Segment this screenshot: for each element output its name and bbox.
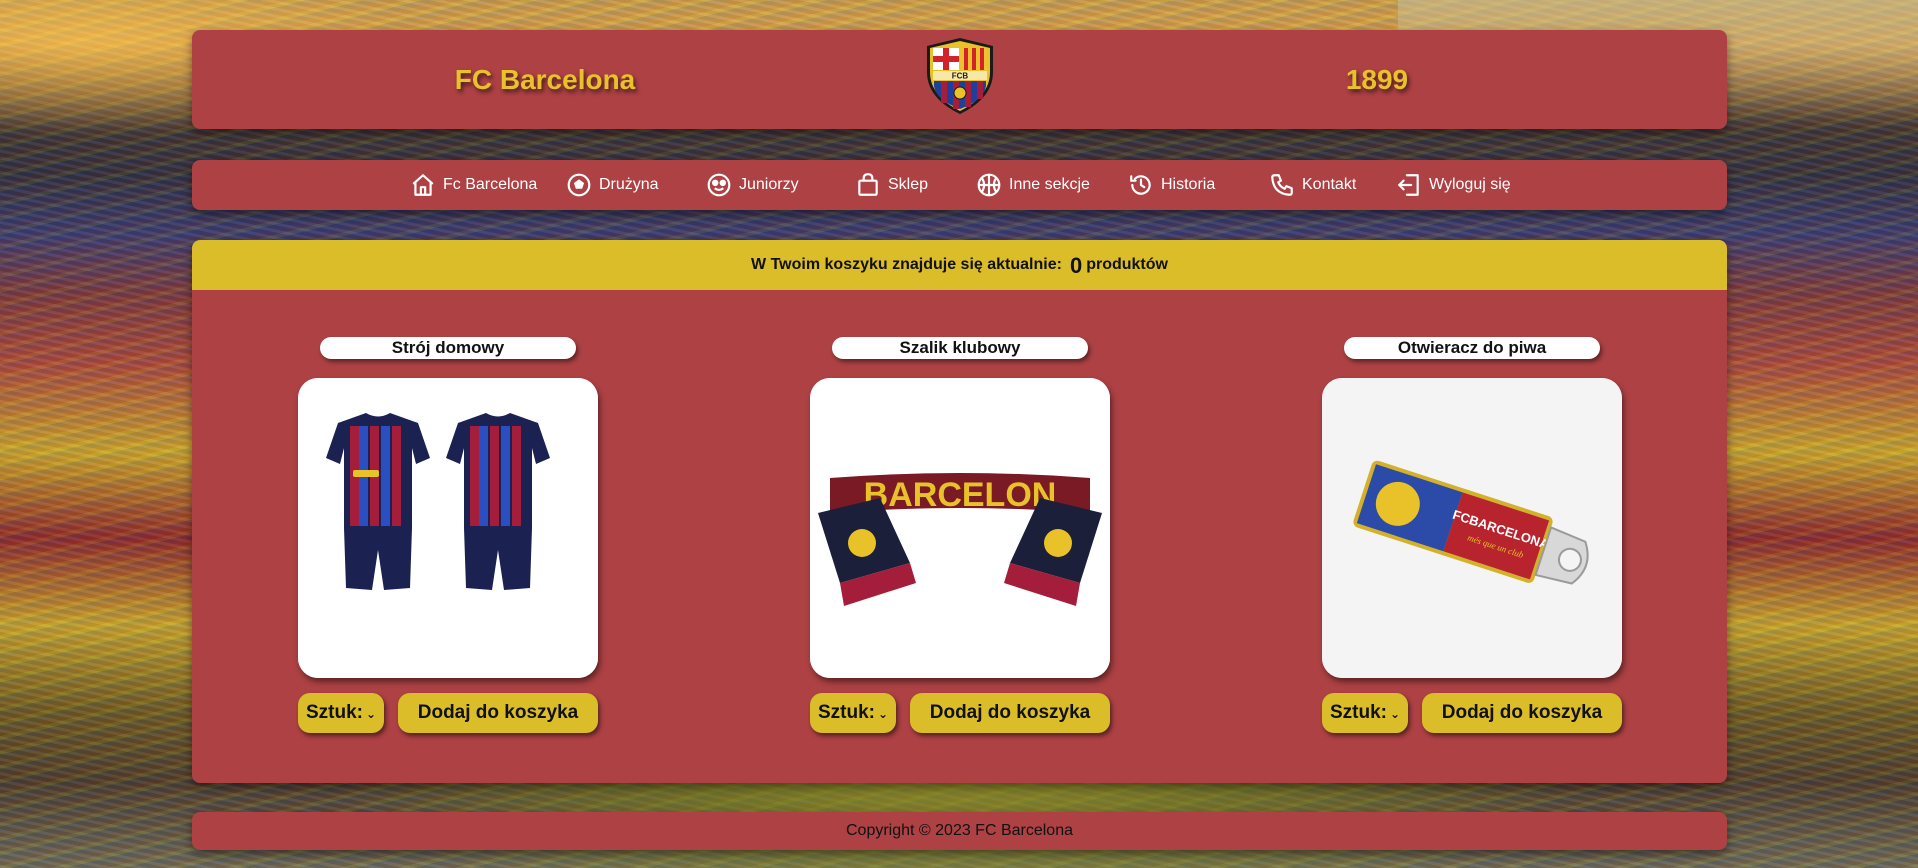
product-card: Strój domowy Sztuk: ⌄ Dodaj do koszyka bbox=[298, 337, 598, 737]
site-footer: Copyright © 2023 FC Barcelona bbox=[192, 812, 1727, 850]
soccer-ball-icon bbox=[567, 173, 591, 197]
product-card: Szalik klubowy BARCELON Sztuk: ⌄ Dodaj d… bbox=[810, 337, 1110, 737]
copyright-text: Copyright © 2023 FC Barcelona bbox=[845, 822, 1073, 839]
face-icon bbox=[707, 173, 731, 197]
site-header: FC Barcelona FCB 1899 bbox=[192, 30, 1727, 129]
chevron-down-icon: ⌄ bbox=[365, 707, 377, 721]
quantity-select[interactable]: Sztuk: ⌄ bbox=[810, 693, 896, 733]
basketball-icon bbox=[977, 173, 1001, 197]
crest-letters: FCB bbox=[952, 72, 969, 81]
founding-year: 1899 bbox=[1345, 63, 1409, 95]
product-card: Otwieracz do piwa FCBARCELONA més que un… bbox=[1322, 337, 1622, 737]
cart-status-text: W Twoim koszyku znajduje się aktualnie: bbox=[751, 256, 1062, 273]
nav-label: Kontakt bbox=[1302, 176, 1357, 193]
nav-label: Juniorzy bbox=[739, 176, 799, 193]
add-to-cart-button[interactable]: Dodaj do koszyka bbox=[910, 693, 1110, 733]
add-to-cart-button[interactable]: Dodaj do koszyka bbox=[398, 693, 598, 733]
bottle-opener-image: FCBARCELONA més que un club bbox=[1322, 378, 1622, 678]
history-clock-icon bbox=[1130, 175, 1151, 195]
product-image-kit[interactable] bbox=[298, 378, 598, 678]
nav-label: Historia bbox=[1161, 176, 1216, 193]
club-scarf-image: BARCELON bbox=[810, 378, 1110, 678]
phone-icon bbox=[1271, 174, 1293, 196]
product-image-scarf[interactable]: BARCELON bbox=[810, 378, 1110, 678]
nav-item-druzyna[interactable]: Drużyna bbox=[566, 160, 659, 210]
quantity-label: Sztuk: bbox=[817, 702, 875, 723]
chevron-down-icon: ⌄ bbox=[877, 707, 889, 721]
fcb-crest-logo: FCB bbox=[927, 38, 993, 114]
shopping-bag-icon bbox=[858, 173, 878, 196]
home-icon bbox=[412, 174, 434, 196]
main-nav: Fc Barcelona Drużyna Juniorzy Sklep Inne… bbox=[192, 160, 1727, 210]
nav-item-historia[interactable]: Historia bbox=[1128, 160, 1215, 210]
nav-item-inne-sekcje[interactable]: Inne sekcje bbox=[976, 160, 1090, 210]
logout-icon bbox=[1398, 174, 1419, 196]
cart-status-suffix: produktów bbox=[1086, 256, 1168, 273]
quantity-label: Sztuk: bbox=[1329, 702, 1387, 723]
quantity-select[interactable]: Sztuk: ⌄ bbox=[298, 693, 384, 733]
add-to-cart-button[interactable]: Dodaj do koszyka bbox=[1422, 693, 1622, 733]
nav-label: Inne sekcje bbox=[1009, 176, 1090, 193]
home-kit-image bbox=[298, 378, 598, 678]
cart-status-bar: W Twoim koszyku znajduje się aktualnie: … bbox=[192, 240, 1727, 290]
product-name: Szalik klubowy bbox=[832, 337, 1088, 359]
nav-label: Sklep bbox=[888, 176, 929, 193]
cart-count: 0 bbox=[1069, 253, 1083, 278]
quantity-label: Sztuk: bbox=[305, 702, 363, 723]
nav-item-juniorzy[interactable]: Juniorzy bbox=[706, 160, 799, 210]
nav-label: Fc Barcelona bbox=[443, 176, 538, 193]
quantity-select[interactable]: Sztuk: ⌄ bbox=[1322, 693, 1408, 733]
site-title: FC Barcelona bbox=[454, 63, 636, 95]
product-image-opener[interactable]: FCBARCELONA més que un club bbox=[1322, 378, 1622, 678]
shop-panel: W Twoim koszyku znajduje się aktualnie: … bbox=[192, 240, 1727, 783]
chevron-down-icon: ⌄ bbox=[1389, 707, 1401, 721]
scarf-text: BARCELON bbox=[864, 476, 1057, 514]
nav-label: Wyloguj się bbox=[1429, 176, 1511, 193]
nav-label: Drużyna bbox=[599, 176, 659, 193]
nav-item-kontakt[interactable]: Kontakt bbox=[1269, 160, 1356, 210]
nav-item-fc-barcelona[interactable]: Fc Barcelona bbox=[410, 160, 537, 210]
product-name: Strój domowy bbox=[320, 337, 576, 359]
product-name: Otwieracz do piwa bbox=[1344, 337, 1600, 359]
nav-item-sklep[interactable]: Sklep bbox=[855, 160, 928, 210]
nav-item-wyloguj[interactable]: Wyloguj się bbox=[1396, 160, 1511, 210]
